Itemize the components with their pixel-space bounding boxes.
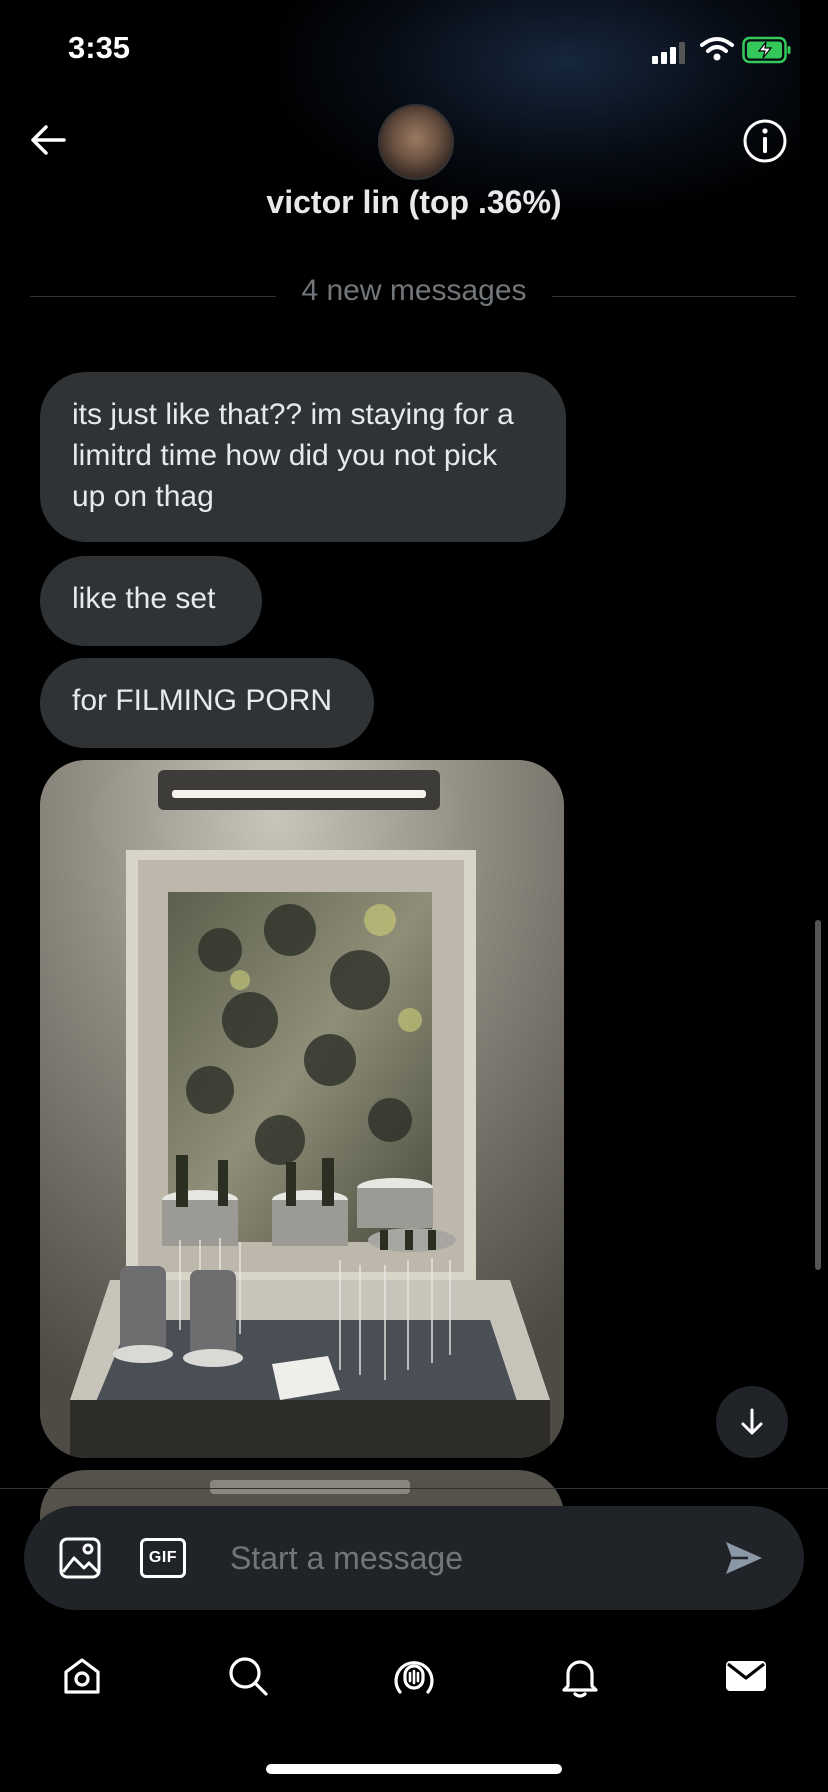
message-text: for FILMING PORN <box>72 684 333 717</box>
photo-illustration <box>40 760 564 1458</box>
notifications-icon[interactable] <box>556 1652 604 1700</box>
send-icon[interactable] <box>722 1536 766 1580</box>
new-messages-label: 4 new messages <box>301 274 527 307</box>
message-text: like the set <box>72 582 216 615</box>
status-time: 3:35 <box>68 30 131 65</box>
gif-button[interactable]: GIF <box>140 1538 186 1578</box>
composer-divider <box>0 1488 828 1489</box>
message-bubble[interactable]: for FILMING PORN <box>40 658 374 748</box>
message-bubble[interactable]: like the set <box>40 556 262 646</box>
photo-light-fixture <box>210 1480 410 1494</box>
image-icon[interactable] <box>58 1536 102 1580</box>
conversation-title[interactable]: victor lin (top .36%) <box>0 184 828 221</box>
spaces-icon[interactable] <box>390 1652 438 1700</box>
gif-label: GIF <box>148 1549 178 1566</box>
avatar[interactable] <box>378 104 454 180</box>
back-arrow-icon[interactable] <box>26 120 70 160</box>
message-photo[interactable] <box>40 760 564 1458</box>
messages-icon[interactable] <box>722 1652 770 1700</box>
arrow-down-icon <box>741 1408 763 1435</box>
info-icon[interactable] <box>742 118 788 164</box>
header-glow <box>280 0 800 210</box>
search-icon[interactable] <box>224 1652 272 1700</box>
scroll-to-bottom-button[interactable] <box>716 1386 788 1458</box>
message-text: its just like that?? im staying for a li… <box>72 398 514 513</box>
scrollbar[interactable] <box>815 920 821 1270</box>
cellular-signal-icon <box>652 40 692 64</box>
message-bubble[interactable]: its just like that?? im staying for a li… <box>40 372 566 542</box>
message-input[interactable]: Start a message <box>230 1540 463 1577</box>
wifi-icon <box>700 37 734 61</box>
home-icon[interactable] <box>58 1652 106 1700</box>
battery-charging-icon <box>742 36 791 64</box>
home-indicator[interactable] <box>266 1764 562 1774</box>
